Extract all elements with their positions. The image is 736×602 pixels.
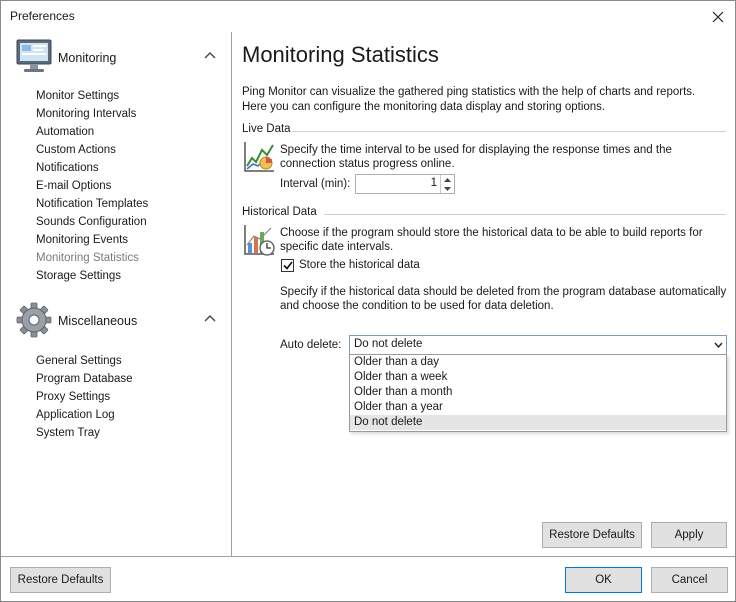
apply-button[interactable]: Apply (651, 522, 727, 548)
arrow-down-icon (444, 186, 451, 191)
historical-data-label: Historical Data (242, 206, 321, 218)
divider (292, 131, 726, 132)
sidebar-item-storage-settings[interactable]: Storage Settings (36, 267, 148, 285)
live-data-label: Live Data (242, 123, 295, 135)
sidebar: Monitoring Monitor Settings Monitoring I… (1, 32, 232, 556)
sidebar-item-monitoring-statistics[interactable]: Monitoring Statistics (36, 249, 148, 267)
gear-icon (16, 302, 52, 338)
checkmark-icon (282, 261, 293, 270)
sidebar-item-email-options[interactable]: E-mail Options (36, 177, 148, 195)
history-chart-icon (244, 225, 275, 256)
auto-delete-label: Auto delete: (280, 339, 342, 351)
sidebar-item-proxy-settings[interactable]: Proxy Settings (36, 388, 133, 406)
live-data-heading: Live Data (242, 123, 726, 137)
miscellaneous-nav-list: General Settings Program Database Proxy … (36, 352, 133, 442)
spin-down-button[interactable] (441, 184, 454, 193)
title-bar: Preferences (1, 1, 735, 32)
historical-data-description: Choose if the program should store the h… (280, 227, 703, 253)
interval-spinner[interactable]: 1 (355, 174, 455, 194)
sidebar-item-system-tray[interactable]: System Tray (36, 424, 133, 442)
preferences-window: Preferences Monitoring Monitor Settings … (0, 0, 736, 602)
close-icon (712, 11, 724, 22)
sidebar-item-general-settings[interactable]: General Settings (36, 352, 133, 370)
sidebar-item-sounds-configuration[interactable]: Sounds Configuration (36, 213, 148, 231)
arrow-up-icon (444, 177, 451, 182)
chevron-down-icon (713, 342, 723, 348)
ok-button[interactable]: OK (565, 567, 642, 593)
sidebar-item-automation[interactable]: Automation (36, 123, 148, 141)
sidebar-item-program-database[interactable]: Program Database (36, 370, 133, 388)
sidebar-item-notifications[interactable]: Notifications (36, 159, 148, 177)
group-monitoring-header[interactable]: Monitoring (15, 38, 220, 78)
sidebar-item-notification-templates[interactable]: Notification Templates (36, 195, 148, 213)
interval-value: 1 (430, 177, 437, 189)
option-do-not-delete[interactable]: Do not delete (350, 415, 726, 430)
option-older-than-week[interactable]: Older than a week (350, 370, 726, 385)
chevron-up-icon (204, 315, 216, 322)
monitor-icon (16, 39, 52, 72)
sidebar-item-monitor-settings[interactable]: Monitor Settings (36, 87, 148, 105)
monitoring-nav-list: Monitor Settings Monitoring Intervals Au… (36, 87, 148, 285)
sidebar-item-monitoring-intervals[interactable]: Monitoring Intervals (36, 105, 148, 123)
auto-delete-selected: Do not delete (354, 338, 423, 350)
cancel-button[interactable]: Cancel (651, 567, 728, 593)
page-title: Monitoring Statistics (242, 42, 439, 67)
store-historical-label[interactable]: Store the historical data (299, 259, 420, 271)
option-older-than-day[interactable]: Older than a day (350, 355, 726, 370)
dialog-footer: Restore Defaults OK Cancel (1, 556, 735, 601)
group-miscellaneous-label: Miscellaneous (58, 314, 138, 328)
option-older-than-year[interactable]: Older than a year (350, 400, 726, 415)
live-data-description: Specify the time interval to be used for… (280, 144, 672, 170)
divider (324, 214, 726, 215)
group-miscellaneous-header[interactable]: Miscellaneous (15, 301, 220, 341)
window-title: Preferences (10, 9, 75, 23)
option-older-than-month[interactable]: Older than a month (350, 385, 726, 400)
sidebar-item-monitoring-events[interactable]: Monitoring Events (36, 231, 148, 249)
restore-defaults-page-button[interactable]: Restore Defaults (542, 522, 642, 548)
store-historical-checkbox[interactable] (281, 259, 294, 272)
intro-text: Ping Monitor can visualize the gathered … (242, 86, 696, 113)
auto-delete-combobox[interactable]: Do not delete (349, 335, 727, 355)
line-chart-icon (244, 142, 274, 172)
combo-dropdown-button[interactable] (710, 336, 726, 354)
restore-defaults-button[interactable]: Restore Defaults (10, 567, 111, 593)
sidebar-item-application-log[interactable]: Application Log (36, 406, 133, 424)
group-monitoring-label: Monitoring (58, 51, 117, 65)
auto-delete-dropdown-list: Older than a day Older than a week Older… (349, 354, 727, 432)
main-content: Monitoring Statistics Ping Monitor can v… (233, 32, 735, 556)
spinner-buttons (440, 175, 454, 193)
chevron-up-icon (204, 52, 216, 59)
close-button[interactable] (701, 1, 735, 32)
spin-up-button[interactable] (441, 175, 454, 184)
sidebar-item-custom-actions[interactable]: Custom Actions (36, 141, 148, 159)
delete-description: Specify if the historical data should be… (280, 286, 727, 312)
interval-label: Interval (min): (280, 178, 351, 190)
historical-data-heading: Historical Data (242, 206, 726, 220)
